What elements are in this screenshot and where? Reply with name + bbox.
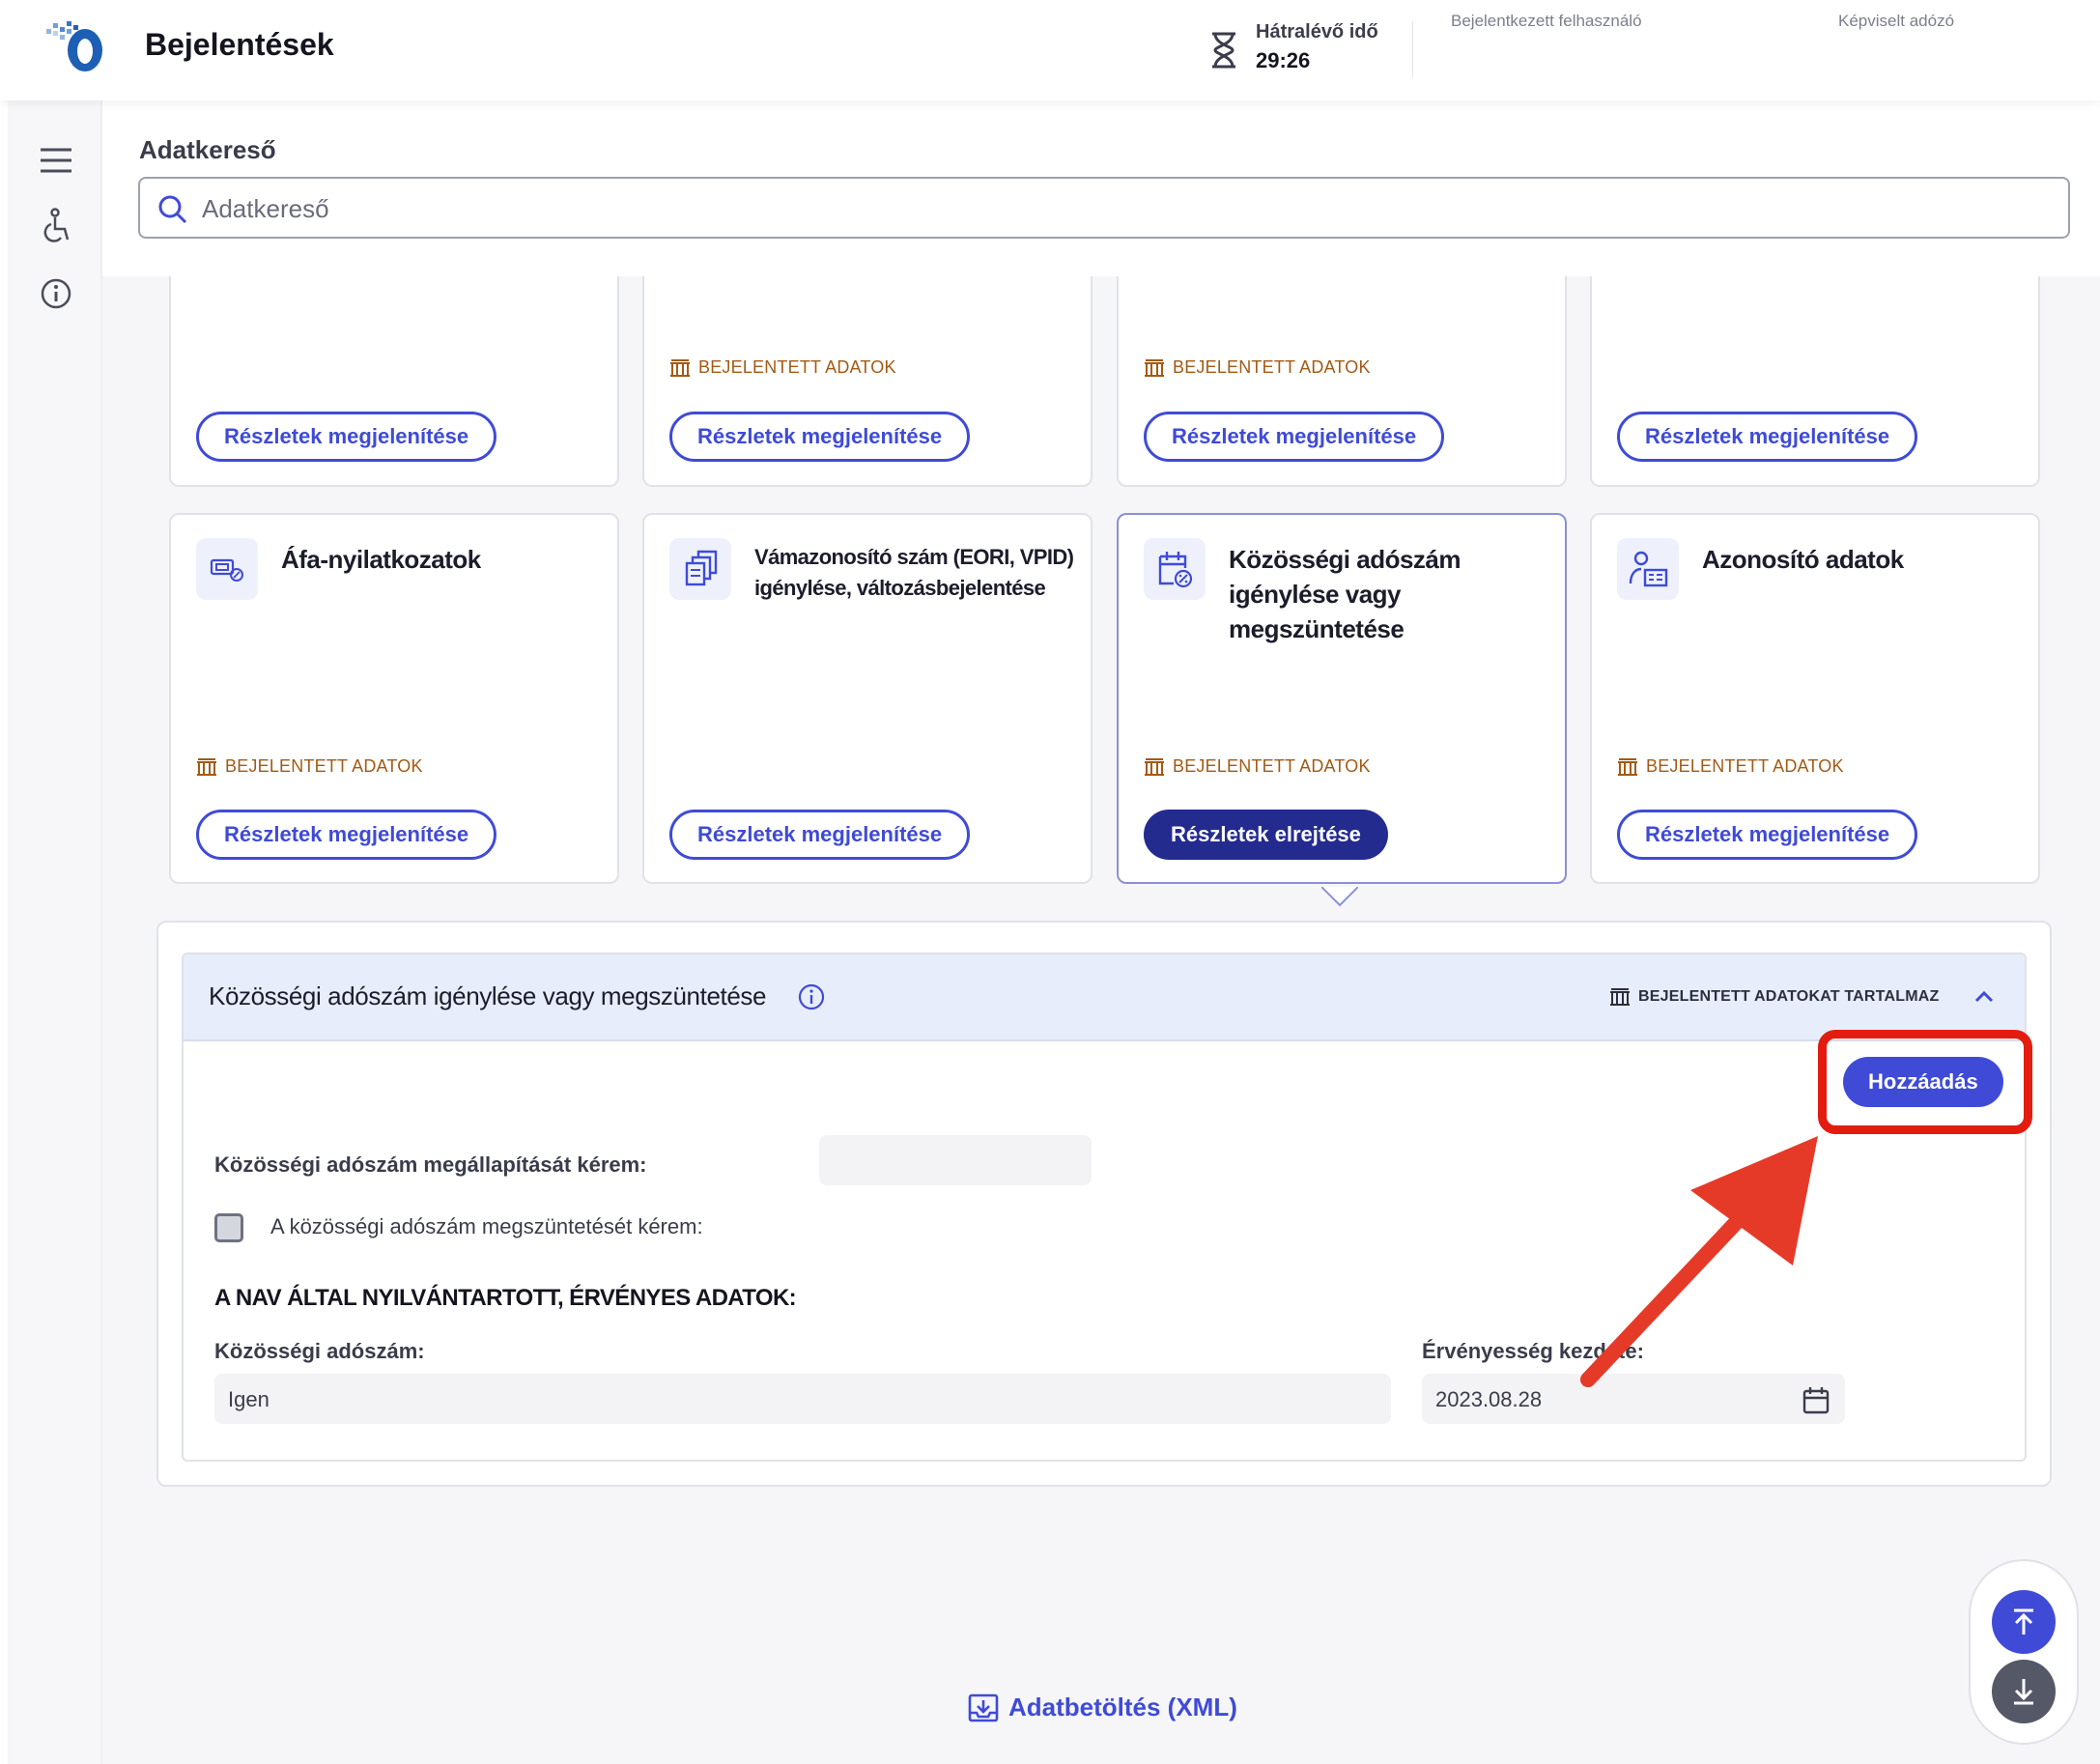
- hide-details-button[interactable]: Részletek elrejtése: [1144, 810, 1388, 860]
- request-vat-number-label: Közösségi adószám megállapítását kérem:: [214, 1152, 647, 1177]
- card-top-3: BEJELENTETT ADATOK Részletek megjeleníté…: [1117, 242, 1567, 487]
- reported-data-badge: BEJELENTETT ADATOK: [1144, 756, 1371, 777]
- building-icon: [1618, 757, 1637, 776]
- page-root: Bejelentések Hátralévő idő 29:26 Bejelen…: [0, 0, 2100, 1764]
- upload-tray-icon: [968, 1693, 999, 1721]
- card-community-vat-number[interactable]: Közösségi adószám igénylése vagy megszün…: [1117, 513, 1567, 884]
- show-details-button[interactable]: Részletek megjelenítése: [196, 810, 497, 860]
- terminate-checkbox[interactable]: [214, 1213, 243, 1242]
- reported-data-badge: BEJELENTETT ADATOK: [669, 357, 896, 378]
- id-card-icon: [1617, 538, 1679, 600]
- reported-data-label: BEJELENTETT ADATOK: [1173, 756, 1371, 776]
- vat-number-field: Igen: [214, 1374, 1391, 1424]
- card-top-2: BEJELENTETT ADATOK Részletek megjeleníté…: [642, 242, 1093, 487]
- card-customs-id[interactable]: Vámazonosító szám (EORI, VPID) igénylése…: [642, 513, 1093, 884]
- contains-reported-data-badge: BEJELENTETT ADATOKAT TARTALMAZ: [1609, 987, 1939, 1007]
- terminate-label: A közösségi adószám megszüntetését kérem…: [270, 1214, 703, 1238]
- represented-taxpayer-label[interactable]: Képviselt adózó: [1838, 12, 1954, 31]
- show-details-button[interactable]: Részletek megjelenítése: [1617, 412, 1918, 462]
- request-vat-number-field[interactable]: [819, 1135, 1092, 1185]
- annotation-arrow-icon: [1580, 1136, 1818, 1387]
- show-details-button[interactable]: Részletek megjelenítése: [196, 412, 497, 462]
- info-icon[interactable]: [37, 274, 75, 313]
- reported-data-badge: BEJELENTETT ADATOK: [196, 756, 423, 777]
- info-circle-icon[interactable]: [798, 983, 825, 1010]
- building-icon: [1610, 988, 1630, 1006]
- card-vat-declarations[interactable]: Áfa-nyilatkozatok BEJELENTETT ADATOK Rés…: [169, 513, 619, 884]
- show-details-button[interactable]: Részletek megjelenítése: [1144, 412, 1445, 462]
- hourglass-icon: [1212, 32, 1235, 69]
- contains-reported-data-label: BEJELENTETT ADATOKAT TARTALMAZ: [1638, 988, 1940, 1005]
- reported-data-label: BEJELENTETT ADATOK: [698, 357, 896, 377]
- reported-data-label: BEJELENTETT ADATOK: [1173, 357, 1371, 377]
- reported-data-label: BEJELENTETT ADATOK: [225, 756, 423, 776]
- calendar-percent-icon: [1144, 538, 1206, 600]
- building-icon: [197, 757, 216, 776]
- show-details-button[interactable]: Részletek megjelenítése: [669, 810, 971, 860]
- nav-logo-icon[interactable]: [44, 19, 108, 73]
- app-title: Bejelentések: [145, 27, 334, 62]
- search-title: Adatkereső: [139, 135, 276, 164]
- scroll-to-top-button[interactable]: [1992, 1590, 2056, 1654]
- header-divider: [1412, 21, 1413, 77]
- building-icon: [1145, 757, 1164, 776]
- menu-icon[interactable]: [37, 141, 75, 180]
- scroll-controls: [1969, 1559, 2079, 1745]
- building-icon: [670, 358, 690, 377]
- registered-data-heading: A NAV ÁLTAL NYILVÁNTARTOTT, ÉRVÉNYES ADA…: [214, 1285, 797, 1311]
- scroll-to-bottom-button[interactable]: [1992, 1660, 2056, 1723]
- vat-number-value: Igen: [228, 1387, 270, 1411]
- chevron-up-icon[interactable]: [1971, 983, 1998, 1010]
- card-title: Áfa-nyilatkozatok: [281, 545, 481, 574]
- card-title: Vámazonosító szám (EORI, VPID) igénylése…: [754, 545, 1074, 600]
- detail-title: Közösségi adószám igénylése vagy megszün…: [209, 982, 767, 1010]
- reported-data-label: BEJELENTETT ADATOK: [1646, 756, 1844, 776]
- search-icon: [158, 195, 187, 224]
- arrow-up-icon: [2014, 1608, 2033, 1635]
- validity-start-value: 2023.08.28: [1435, 1387, 1543, 1411]
- reported-data-badge: BEJELENTETT ADATOK: [1617, 756, 1844, 777]
- xml-upload-link[interactable]: Adatbetöltés (XML): [968, 1693, 1237, 1722]
- timer-value: 29:26: [1256, 48, 1311, 72]
- detail-section-header[interactable]: Közösségi adószám igénylése vagy megszün…: [184, 954, 2025, 1041]
- logged-in-user-label[interactable]: Bejelentkezett felhasználó: [1451, 12, 1642, 31]
- card-pointer-notch: [1321, 887, 1358, 907]
- show-details-button[interactable]: Részletek megjelenítése: [669, 412, 971, 462]
- accessibility-icon[interactable]: [37, 207, 75, 245]
- arrow-down-icon: [2014, 1679, 2033, 1705]
- card-identification-data[interactable]: Azonosító adatok BEJELENTETT ADATOK Rész…: [1590, 513, 2040, 884]
- show-details-button[interactable]: Részletek megjelenítése: [1617, 810, 1918, 860]
- reported-data-badge: BEJELENTETT ADATOK: [1144, 357, 1371, 378]
- card-title: Azonosító adatok: [1702, 545, 1904, 574]
- card-top-4: Részletek megjelenítése: [1590, 242, 2040, 487]
- xml-upload-label: Adatbetöltés (XML): [1008, 1693, 1237, 1721]
- timer-label: Hátralévő idő: [1256, 21, 1378, 43]
- search-input[interactable]: [202, 190, 2037, 227]
- documents-icon: [669, 538, 731, 600]
- card-title: Közösségi adószám igénylése vagy megszün…: [1229, 545, 1461, 643]
- vat-number-label: Közösségi adószám:: [214, 1339, 425, 1363]
- left-sidebar: [8, 100, 102, 1764]
- vat-icon: [196, 538, 258, 600]
- annotation-highlight-box: [1818, 1030, 2032, 1134]
- card-top-1: Részletek megjelenítése: [169, 242, 619, 487]
- building-icon: [1145, 358, 1164, 377]
- top-header: Bejelentések Hátralévő idő 29:26 Bejelen…: [0, 0, 2100, 100]
- search-box[interactable]: [138, 177, 2070, 239]
